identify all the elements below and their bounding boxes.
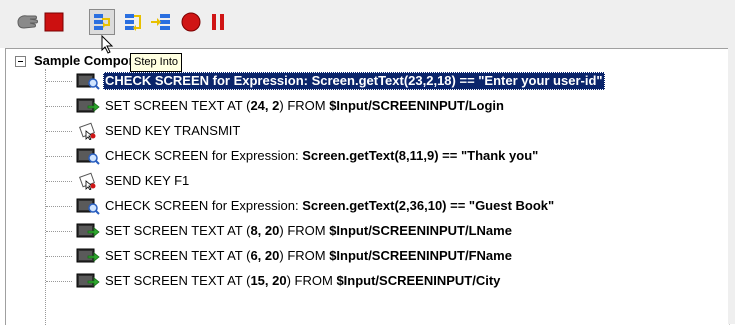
set-text-icon bbox=[75, 96, 101, 116]
record-icon[interactable] bbox=[178, 9, 204, 35]
tree-row[interactable]: CHECK SCREEN for Expression: Screen.getT… bbox=[46, 70, 605, 92]
send-key-icon bbox=[75, 171, 101, 191]
check-screen-icon bbox=[75, 71, 101, 91]
set-text-icon bbox=[75, 246, 101, 266]
step-into-tooltip: Step Into bbox=[130, 53, 183, 72]
tree-row[interactable]: SET SCREEN TEXT AT (8, 20) FROM $Input/S… bbox=[46, 220, 514, 242]
mouse-cursor-icon bbox=[101, 34, 115, 58]
check-screen-icon bbox=[75, 146, 101, 166]
tree-row[interactable]: SET SCREEN TEXT AT (6, 20) FROM $Input/S… bbox=[46, 245, 514, 267]
check-screen-icon bbox=[75, 196, 101, 216]
collapse-toggle[interactable] bbox=[15, 56, 26, 67]
tree-row[interactable]: SET SCREEN TEXT AT (24, 2) FROM $Input/S… bbox=[46, 95, 506, 117]
step-into-icon[interactable] bbox=[89, 9, 115, 35]
step-out-icon[interactable] bbox=[148, 9, 174, 35]
send-key-icon bbox=[75, 121, 101, 141]
tree-row[interactable]: SET SCREEN TEXT AT (15, 20) FROM $Input/… bbox=[46, 270, 502, 292]
tree-row[interactable]: CHECK SCREEN for Expression: Screen.getT… bbox=[46, 145, 540, 167]
stop-icon[interactable] bbox=[41, 9, 67, 35]
set-text-icon bbox=[75, 221, 101, 241]
tree-row[interactable]: SEND KEY F1 bbox=[46, 170, 191, 192]
hand-icon[interactable] bbox=[14, 9, 40, 35]
scrollbar-edge bbox=[728, 48, 735, 324]
component-tree[interactable]: Sample Component CHECK SCREEN for Expres… bbox=[5, 48, 730, 325]
set-text-icon bbox=[75, 271, 101, 291]
tree-row[interactable]: CHECK SCREEN for Expression: Screen.getT… bbox=[46, 195, 556, 217]
step-over-icon[interactable] bbox=[120, 9, 146, 35]
tree-row[interactable]: SEND KEY TRANSMIT bbox=[46, 120, 242, 142]
pause-icon[interactable] bbox=[205, 9, 231, 35]
